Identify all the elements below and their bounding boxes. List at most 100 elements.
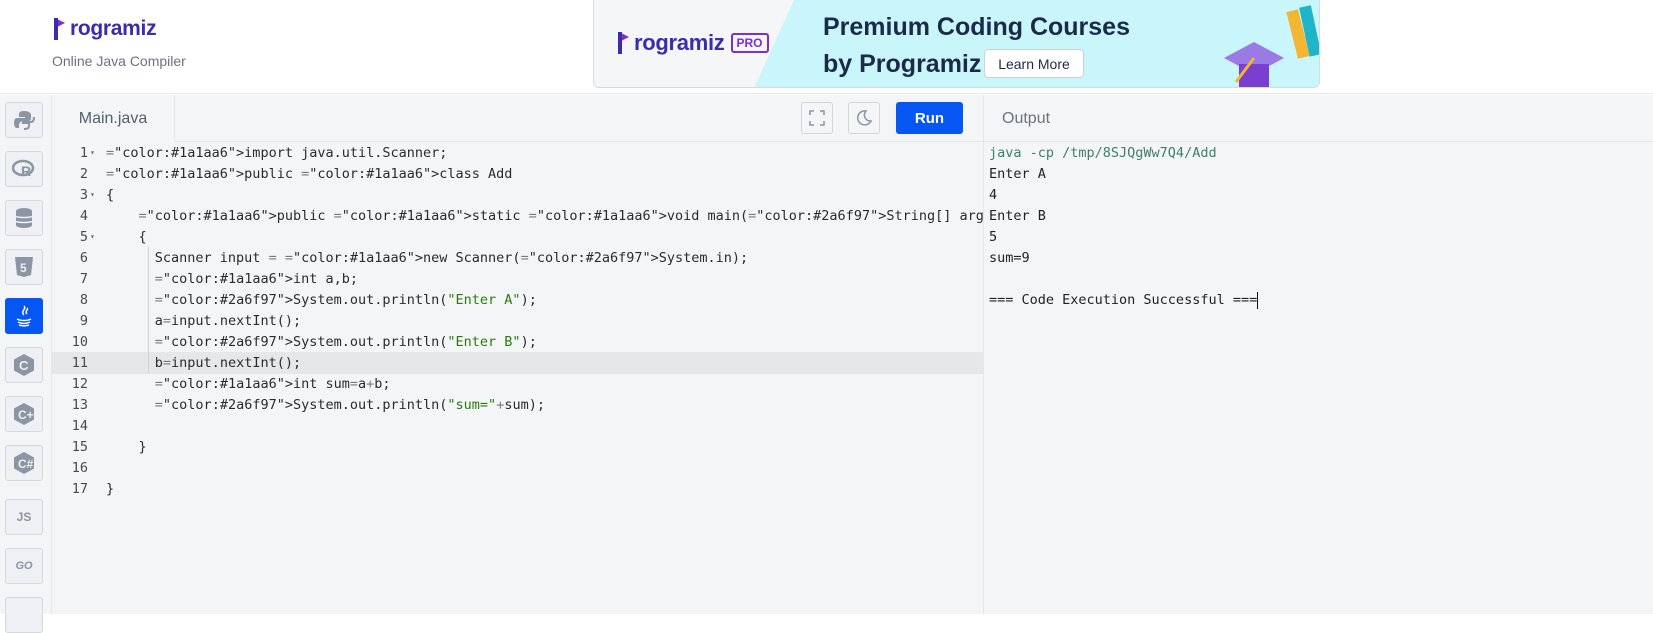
line-number: 1 (79, 145, 88, 161)
banner-logo-text: rogramiz (634, 30, 725, 55)
banner-logo-mark-icon (618, 32, 629, 54)
run-button[interactable]: Run (896, 102, 963, 134)
code-text: ="color:#1a1aa6">public ="color:#1a1aa6"… (106, 166, 513, 182)
code-text: } (106, 481, 115, 497)
moon-icon (856, 110, 872, 126)
code-line[interactable]: 2 ="color:#1a1aa6">public ="color:#1a1aa6… (52, 163, 983, 185)
code-line[interactable]: 11 b=input.nextInt(); (52, 352, 983, 374)
csharp-logo-icon: C# (14, 452, 34, 474)
output-console[interactable]: java -cp /tmp/8SJQgWw7Q4/Add Enter A 4 Ente… (983, 142, 1653, 614)
code-line[interactable]: 4 ="color:#1a1aa6">public ="color:#1a1aa… (52, 205, 1000, 227)
code-text: ="color:#1a1aa6">int a,b; (154, 271, 358, 287)
graduation-cap-books-icon (1224, 5, 1319, 87)
line-number: 13 (71, 397, 88, 413)
fullscreen-button[interactable] (801, 102, 833, 134)
editor-toolbar: Main.java Run (52, 95, 983, 142)
r-icon[interactable]: R (5, 151, 43, 187)
learn-more-button[interactable]: Learn More (984, 49, 1084, 78)
line-number: 8 (79, 292, 88, 308)
go-label: GO (15, 560, 33, 572)
fullscreen-icon (809, 110, 825, 126)
go-icon[interactable]: GO (5, 548, 43, 584)
java-icon[interactable] (5, 298, 43, 334)
cpp-logo-icon: C+ (14, 403, 34, 425)
logo-mark-icon (54, 18, 65, 40)
code-editor[interactable]: 1 ▾ ="color:#1a1aa6">import java.util.Scan… (52, 142, 1000, 614)
svg-text:C: C (19, 358, 29, 373)
output-line: sum=9 (989, 250, 1030, 266)
line-number: 17 (71, 481, 88, 497)
more-language-icon[interactable] (5, 597, 43, 633)
line-number: 16 (71, 460, 88, 476)
line-number: 12 (71, 376, 88, 392)
output-line: === Code Execution Successful === (989, 291, 1259, 309)
code-line[interactable]: 15 } (52, 436, 983, 458)
code-line[interactable]: 16 (52, 457, 983, 479)
code-line[interactable]: 12 ="color:#1a1aa6">int sum=a+b; (52, 373, 983, 395)
language-sidebar: R 5 C C+ C# JS GO (0, 95, 52, 633)
python-logo-icon (14, 111, 35, 130)
html5-logo-icon: 5 (15, 257, 33, 277)
line-number: 5 (79, 229, 88, 245)
line-number: 4 (79, 208, 88, 224)
header: rogramiz Online Java Compiler rogramiz P… (0, 0, 1653, 94)
code-line[interactable]: 13 ="color:#2a6f97">System.out.println("… (52, 394, 983, 416)
code-line[interactable]: 3 ▾ { (52, 184, 983, 206)
c-logo-icon: C (14, 354, 34, 376)
line-number: 14 (71, 418, 88, 434)
code-text: ="color:#2a6f97">System.out.println("sum… (154, 397, 545, 413)
code-line[interactable]: 6 Scanner input = ="color:#1a1aa6">new S… (52, 247, 983, 269)
python-icon[interactable] (5, 102, 43, 138)
r-logo-icon: R (12, 159, 35, 179)
csharp-icon[interactable]: C# (5, 445, 43, 481)
svg-text:R: R (21, 163, 31, 179)
output-line: 4 (989, 187, 998, 203)
code-line[interactable]: 17} (52, 478, 983, 500)
output-command-line: java -cp /tmp/8SJQgWw7Q4/Add (989, 145, 1217, 161)
code-line[interactable]: 14 (52, 415, 983, 437)
line-number: 10 (71, 334, 88, 350)
code-line[interactable]: 5 ▾ { (52, 226, 983, 248)
html-icon[interactable]: 5 (5, 249, 43, 285)
programiz-logo[interactable]: rogramiz (52, 16, 157, 42)
fold-arrow-icon[interactable]: ▾ (90, 184, 98, 206)
fold-arrow-icon[interactable]: ▾ (90, 226, 98, 248)
promo-banner[interactable]: rogramiz PRO Premium Coding Courses by P… (593, 0, 1320, 88)
svg-text:C+: C+ (18, 408, 34, 422)
code-text: b=input.nextInt(); (106, 355, 302, 371)
page-subtitle: Online Java Compiler (52, 53, 186, 69)
theme-toggle-button[interactable] (848, 102, 880, 134)
database-icon (15, 208, 33, 228)
indent-guide (148, 247, 149, 373)
banner-logo: rogramiz PRO (616, 30, 769, 56)
code-text: ="color:#1a1aa6">import java.util.Scanne… (106, 145, 448, 161)
code-text: { (106, 229, 147, 245)
code-line[interactable]: 8 ="color:#2a6f97">System.out.println("E… (52, 289, 983, 311)
code-line[interactable]: 10 ="color:#2a6f97">System.out.println("… (52, 331, 983, 353)
code-text: Scanner input = ="color:#1a1aa6">new Sca… (106, 250, 749, 266)
code-line[interactable]: 7 ="color:#1a1aa6">int a,b; (52, 268, 983, 290)
line-number: 2 (79, 166, 88, 182)
code-text: ="color:#1a1aa6">public ="color:#1a1aa6"… (138, 208, 1001, 224)
banner-title-line1: Premium Coding Courses (823, 13, 1130, 41)
sql-icon[interactable] (5, 200, 43, 236)
output-line: 5 (989, 229, 998, 245)
pro-badge: PRO (730, 33, 769, 53)
line-number: 15 (71, 439, 88, 455)
svg-text:5: 5 (20, 261, 27, 275)
line-number: 6 (79, 250, 88, 266)
js-icon[interactable]: JS (5, 499, 43, 535)
code-line[interactable]: 9 a=input.nextInt(); (52, 310, 983, 332)
code-text: ="color:#2a6f97">System.out.println("Ent… (154, 292, 537, 308)
c-icon[interactable]: C (5, 347, 43, 383)
code-text: { (106, 187, 115, 203)
cpp-icon[interactable]: C+ (5, 396, 43, 432)
code-text: ="color:#2a6f97">System.out.println("Ent… (154, 334, 537, 350)
tab-main-java[interactable]: Main.java (52, 95, 175, 142)
output-header: Output (983, 95, 1653, 142)
code-line[interactable]: 1 ▾ ="color:#1a1aa6">import java.util.Scan… (52, 142, 983, 164)
java-logo-icon (16, 305, 32, 327)
fold-arrow-icon[interactable]: ▾ (90, 142, 98, 164)
line-number: 9 (79, 313, 88, 329)
code-text: ="color:#1a1aa6">int sum=a+b; (154, 376, 391, 392)
